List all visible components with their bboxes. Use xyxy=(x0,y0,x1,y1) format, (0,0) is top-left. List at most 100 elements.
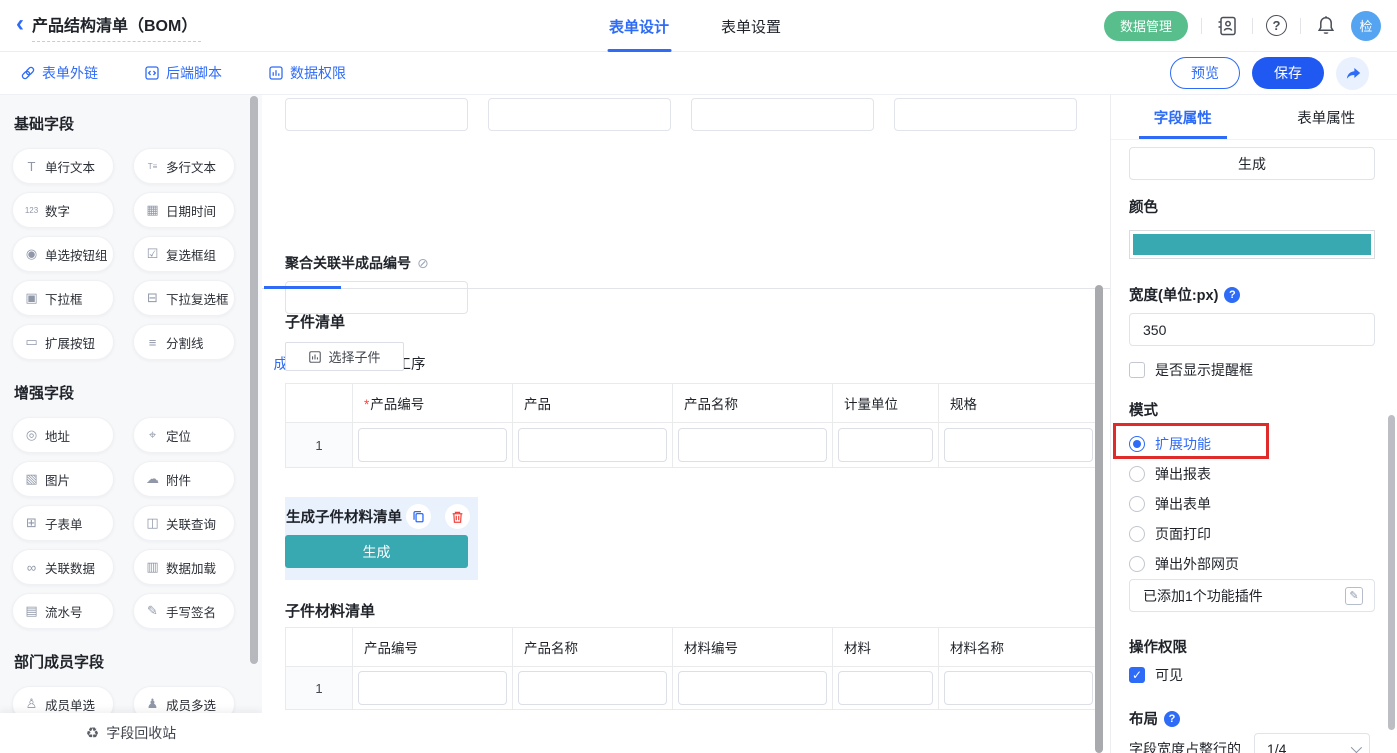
cell-input[interactable] xyxy=(678,671,827,705)
layout-row-label: 字段宽度占整行的 xyxy=(1129,739,1241,753)
radio-icon[interactable] xyxy=(1129,496,1145,512)
field-recycle-bin[interactable]: ♻ 字段回收站 xyxy=(0,713,262,753)
field-item-radio-group[interactable]: ◉单选按钮组 xyxy=(12,236,114,272)
plugin-field[interactable]: 已添加1个功能插件 ✎ xyxy=(1129,579,1375,612)
table-cell xyxy=(833,423,939,467)
field-item-multi-line-text[interactable]: T≡多行文本 xyxy=(133,148,235,184)
mode-option-popup-report[interactable]: 弹出报表 xyxy=(1129,459,1239,489)
field-item-dropdown[interactable]: ▣下拉框 xyxy=(12,280,114,316)
member-multi-icon: ♟ xyxy=(145,696,160,712)
width-input[interactable]: 350 xyxy=(1129,313,1375,346)
field-item-attachment[interactable]: ☁附件 xyxy=(133,461,235,497)
generate-material-list-field[interactable]: 生成子件材料清单 生成 xyxy=(285,497,478,580)
help-icon[interactable]: ? xyxy=(1266,15,1287,36)
field-item-location[interactable]: ⌖定位 xyxy=(133,417,235,453)
edit-plugin-icon[interactable]: ✎ xyxy=(1345,587,1363,605)
tab-form-design[interactable]: 表单设计 xyxy=(609,0,669,52)
mode-label: 模式 xyxy=(1129,399,1158,420)
form-field-input[interactable] xyxy=(488,98,671,131)
field-item-label: 下拉复选框 xyxy=(166,289,229,308)
select-subpart-button[interactable]: 选择子件 xyxy=(285,342,404,371)
save-button[interactable]: 保存 xyxy=(1252,57,1324,89)
field-item-label: 关联数据 xyxy=(45,558,95,577)
tab-form-settings[interactable]: 表单设置 xyxy=(721,0,781,52)
field-item-subform[interactable]: ⊞子表单 xyxy=(12,505,114,541)
preview-button[interactable]: 预览 xyxy=(1170,57,1240,89)
back-icon[interactable]: ‹ xyxy=(16,14,24,34)
width-label: 宽度(单位:px) ? xyxy=(1129,284,1240,305)
cell-input[interactable] xyxy=(358,428,507,462)
field-item-label: 单行文本 xyxy=(45,157,95,176)
generate-button[interactable]: 生成 xyxy=(285,535,468,568)
location-icon: ⌖ xyxy=(145,427,160,443)
panel-scrollbar[interactable] xyxy=(1388,415,1395,730)
cell-input[interactable] xyxy=(678,428,827,462)
cell-input[interactable] xyxy=(518,428,667,462)
radio-icon[interactable] xyxy=(1129,556,1145,572)
visible-checkbox-row[interactable]: ✓ 可见 xyxy=(1129,665,1183,685)
field-item-related-query[interactable]: ◫关联查询 xyxy=(133,505,235,541)
mode-option-popup-external-page[interactable]: 弹出外部网页 xyxy=(1129,549,1239,579)
field-item-datetime[interactable]: ▦日期时间 xyxy=(133,192,235,228)
cell-input[interactable] xyxy=(838,671,933,705)
data-permission-button[interactable]: 数据权限 xyxy=(268,63,346,83)
field-item-single-line-text[interactable]: T单行文本 xyxy=(12,148,114,184)
cell-input[interactable] xyxy=(358,671,507,705)
field-item-divider-line[interactable]: ≡分割线 xyxy=(133,324,235,360)
cell-input[interactable] xyxy=(838,428,933,462)
column-header: 产品编号 xyxy=(353,628,513,666)
field-item-address[interactable]: ◎地址 xyxy=(12,417,114,453)
field-item-label: 成员单选 xyxy=(45,695,95,714)
visible-checkbox[interactable]: ✓ xyxy=(1129,667,1145,683)
field-item-label: 手写签名 xyxy=(166,602,216,621)
tab-form-properties[interactable]: 表单属性 xyxy=(1255,95,1397,139)
dropdown-icon: ▣ xyxy=(24,290,39,306)
radio-icon[interactable] xyxy=(1129,436,1145,452)
cell-input[interactable] xyxy=(518,671,667,705)
avatar[interactable]: 检 xyxy=(1351,11,1381,41)
field-item-data-load[interactable]: ▥数据加载 xyxy=(133,549,235,585)
mode-option-extend-function[interactable]: 扩展功能 xyxy=(1129,429,1239,459)
radio-icon[interactable] xyxy=(1129,466,1145,482)
field-item-extend-button[interactable]: ▭扩展按钮 xyxy=(12,324,114,360)
form-field-input[interactable] xyxy=(894,98,1077,131)
field-item-number[interactable]: 123数字 xyxy=(12,192,114,228)
width-help-icon[interactable]: ? xyxy=(1224,287,1240,303)
notification-bell-icon[interactable] xyxy=(1314,14,1338,38)
canvas-tab-divider xyxy=(262,288,1110,289)
canvas-scrollbar[interactable] xyxy=(1095,285,1103,753)
field-palette-sidebar: 基础字段T单行文本T≡多行文本123数字▦日期时间◉单选按钮组☑复选框组▣下拉框… xyxy=(0,95,262,753)
cell-input[interactable] xyxy=(944,428,1093,462)
layout-help-icon[interactable]: ? xyxy=(1164,711,1180,727)
form-external-link-button[interactable]: 表单外链 xyxy=(20,63,98,83)
radio-icon[interactable] xyxy=(1129,526,1145,542)
reminder-checkbox-row[interactable]: 是否显示提醒框 xyxy=(1129,360,1253,380)
share-button[interactable] xyxy=(1336,57,1369,90)
tab-field-properties[interactable]: 字段属性 xyxy=(1111,95,1255,139)
table-cell xyxy=(353,667,513,709)
mode-option-popup-form[interactable]: 弹出表单 xyxy=(1129,489,1239,519)
field-item-serial-number[interactable]: ▤流水号 xyxy=(12,593,114,629)
backend-script-button[interactable]: 后端脚本 xyxy=(144,63,222,83)
field-item-signature[interactable]: ✎手写签名 xyxy=(133,593,235,629)
cell-input[interactable] xyxy=(944,671,1093,705)
delete-field-button[interactable] xyxy=(445,504,470,529)
reminder-checkbox[interactable] xyxy=(1129,362,1145,378)
data-manage-button[interactable]: 数据管理 xyxy=(1104,11,1188,41)
sidebar-scrollbar[interactable] xyxy=(250,96,258,664)
layout-width-select[interactable]: 1/4 xyxy=(1254,733,1370,753)
field-item-image[interactable]: ▧图片 xyxy=(12,461,114,497)
section-title: 增强字段 xyxy=(14,382,262,403)
mode-option-page-print[interactable]: 页面打印 xyxy=(1129,519,1239,549)
button-text-value[interactable]: 生成 xyxy=(1129,147,1375,180)
address-book-icon[interactable] xyxy=(1215,14,1239,38)
form-field-input[interactable] xyxy=(285,98,468,131)
property-panel: 字段属性 表单属性 生成 颜色 宽度(单位:px) ? 350 是否显示提醒框 … xyxy=(1110,95,1397,753)
field-item-checkbox-group[interactable]: ☑复选框组 xyxy=(133,236,235,272)
form-field-input[interactable] xyxy=(691,98,874,131)
field-item-related-data[interactable]: ∞关联数据 xyxy=(12,549,114,585)
copy-field-button[interactable] xyxy=(406,504,431,529)
color-picker[interactable] xyxy=(1129,230,1375,259)
multi-line-text-icon: T≡ xyxy=(145,162,160,171)
field-item-multi-dropdown[interactable]: ⊟下拉复选框 xyxy=(133,280,235,316)
